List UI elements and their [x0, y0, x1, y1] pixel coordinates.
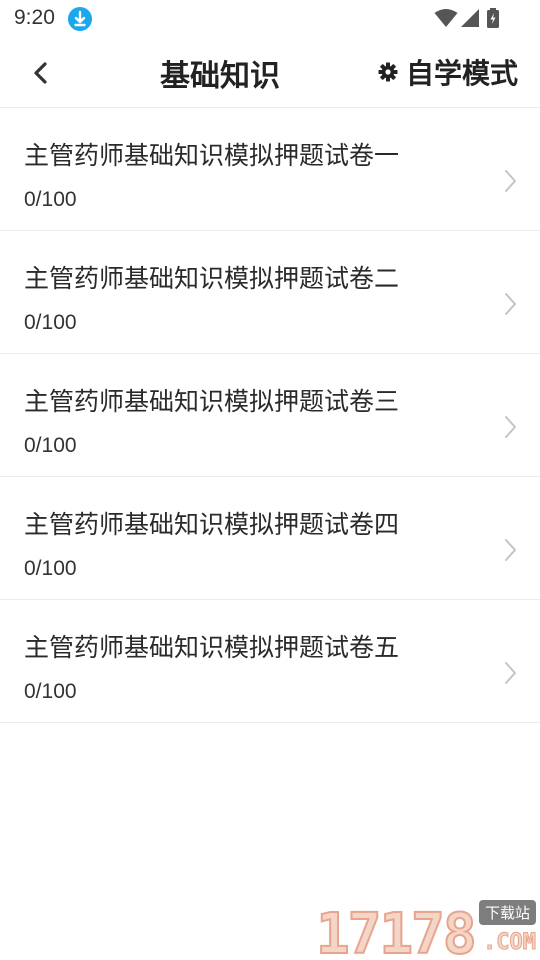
site-watermark-logo: 17178 下载站 .COM — [315, 896, 540, 960]
list-item[interactable]: 主管药师基础知识模拟押题试卷五 0/100 — [0, 600, 540, 723]
watermark-badge: 下载站 — [478, 900, 536, 925]
chevron-right-icon — [505, 539, 516, 561]
status-bar: 9:20 — [0, 0, 540, 36]
status-time: 9:20 — [14, 6, 55, 29]
paper-list: 主管药师基础知识模拟押题试卷一 0/100 主管药师基础知识模拟押题试卷二 0/… — [0, 108, 540, 723]
paper-progress: 0/100 — [24, 188, 77, 211]
list-item[interactable]: 主管药师基础知识模拟押题试卷三 0/100 — [0, 354, 540, 477]
mode-label: 自学模式 — [405, 57, 518, 90]
paper-title: 主管药师基础知识模拟押题试卷五 — [24, 633, 400, 662]
battery-icon — [487, 8, 499, 28]
paper-title: 主管药师基础知识模拟押题试卷四 — [24, 510, 400, 539]
list-item[interactable]: 主管药师基础知识模拟押题试卷二 0/100 — [0, 231, 540, 354]
list-item[interactable]: 主管药师基础知识模拟押题试卷四 0/100 — [0, 477, 540, 600]
paper-title: 主管药师基础知识模拟押题试卷三 — [24, 387, 400, 416]
watermark-digits: 17178 — [315, 901, 478, 960]
paper-title: 主管药师基础知识模拟押题试卷一 — [24, 141, 400, 170]
paper-progress: 0/100 — [24, 434, 77, 457]
list-item[interactable]: 主管药师基础知识模拟押题试卷一 0/100 — [0, 108, 540, 231]
self-study-mode-button[interactable]: 自学模式 — [378, 52, 518, 92]
cell-signal-icon — [461, 9, 479, 27]
paper-title: 主管药师基础知识模拟押题试卷二 — [24, 264, 400, 293]
chevron-right-icon — [505, 416, 516, 438]
download-notification-icon — [68, 7, 92, 31]
paper-progress: 0/100 — [24, 680, 77, 703]
paper-progress: 0/100 — [24, 311, 77, 334]
page-title: 基础知识 — [160, 59, 280, 94]
wifi-icon — [434, 9, 458, 27]
chevron-right-icon — [505, 170, 516, 192]
chevron-right-icon — [505, 662, 516, 684]
app-header: 基础知识 自学模式 — [0, 36, 540, 108]
watermark-suffix: .COM — [483, 930, 537, 956]
system-icons — [434, 8, 504, 28]
gear-icon — [378, 62, 398, 82]
paper-progress: 0/100 — [24, 557, 77, 580]
chevron-right-icon — [505, 293, 516, 315]
